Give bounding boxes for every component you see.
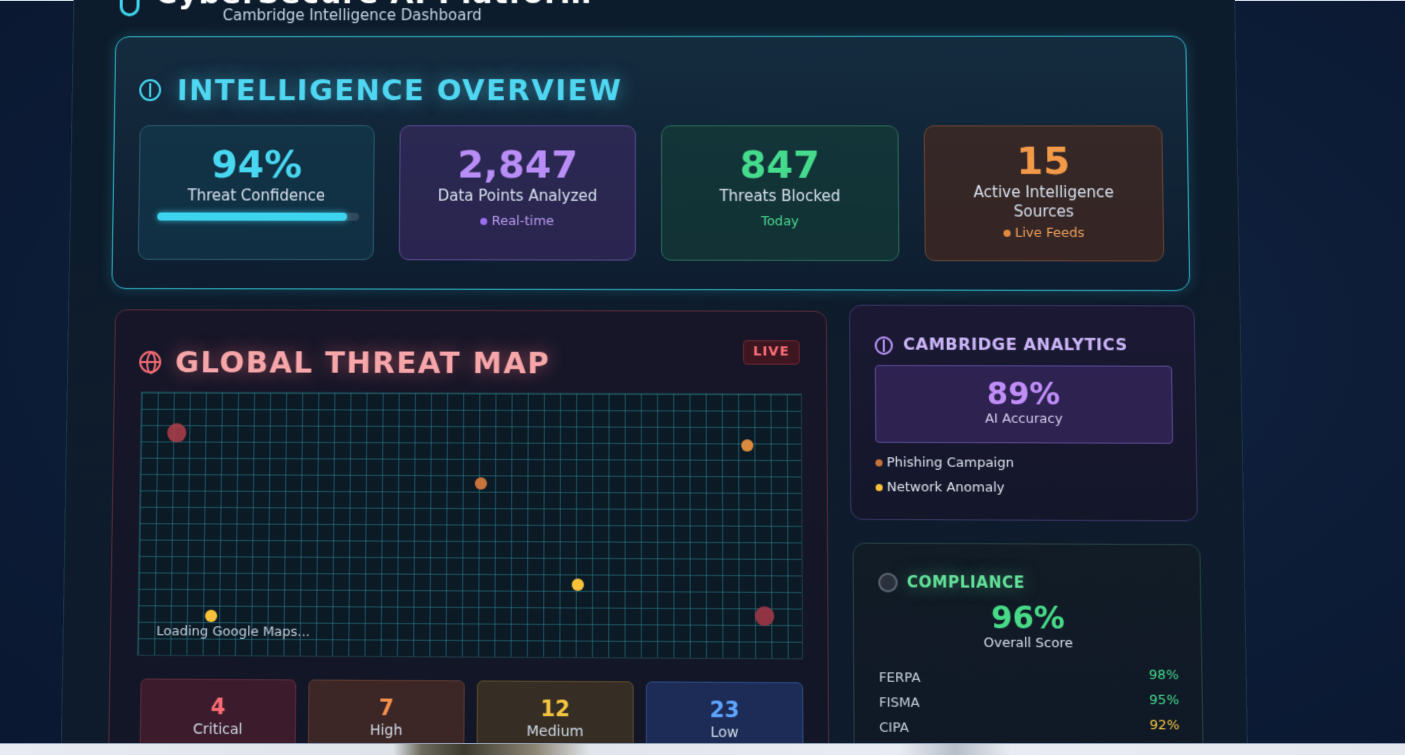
- compliance-item-value: 95%: [1149, 692, 1180, 709]
- stat-sub: Real-time: [400, 214, 635, 229]
- stat-label: Data Points Analyzed: [437, 186, 598, 205]
- stat-threat-confidence[interactable]: 94% Threat Confidence: [137, 125, 375, 261]
- stat-sub-label: Live Feeds: [1014, 225, 1085, 241]
- threat-marker-high[interactable]: [741, 439, 754, 452]
- severity-high[interactable]: 7 High: [307, 679, 465, 751]
- ai-accuracy-box: 89% AI Accuracy: [874, 364, 1174, 444]
- severity-label: Critical: [192, 721, 243, 739]
- brain-icon: [139, 79, 162, 102]
- ai-accuracy-label: AI Accuracy: [984, 411, 1063, 428]
- severity-count: 12: [540, 696, 571, 722]
- threat-marker-critical[interactable]: [167, 423, 187, 443]
- compliance-item-name: CIPA: [879, 720, 909, 737]
- stat-threats-blocked[interactable]: 847 Threats Blocked Today: [661, 125, 900, 262]
- stat-value: 847: [739, 142, 820, 187]
- dashboard-panel: CyberSecure AI Platform Cambridge Intell…: [60, 0, 1249, 755]
- shield-check-icon: [878, 572, 898, 593]
- threat-marker-medium[interactable]: [571, 578, 584, 591]
- overview-title: INTELLIGENCE OVERVIEW: [176, 73, 623, 108]
- intelligence-overview-card: INTELLIGENCE OVERVIEW 94% Threat Confide…: [111, 35, 1191, 292]
- severity-medium[interactable]: 12 Medium: [476, 680, 634, 753]
- status-dot-icon: [480, 217, 488, 225]
- severity-count: 4: [210, 694, 226, 720]
- map-title: GLOBAL THREAT MAP: [175, 344, 551, 381]
- stat-sub-label: Real-time: [491, 213, 555, 230]
- alert-dot-icon: [875, 483, 883, 492]
- stat-sub: Live Feeds: [925, 226, 1163, 242]
- compliance-score: 96% Overall Score: [854, 600, 1203, 653]
- compliance-item-name: FISMA: [878, 695, 920, 712]
- compliance-score-label: Overall Score: [983, 635, 1073, 652]
- brain-icon: [874, 336, 894, 355]
- severity-label: Medium: [526, 723, 584, 741]
- analytics-title: CAMBRIDGE ANALYTICS: [903, 334, 1128, 355]
- compliance-title: COMPLIANCE: [906, 572, 1025, 593]
- alert-label: Phishing Campaign: [886, 455, 1015, 472]
- compliance-item-fisma: FISMA 95%: [878, 692, 1180, 712]
- threat-marker-medium[interactable]: [204, 609, 218, 623]
- severity-label: High: [369, 722, 403, 740]
- status-dot-icon: [1003, 229, 1011, 237]
- threat-marker-high[interactable]: [474, 477, 488, 490]
- threat-map-area[interactable]: Loading Google Maps...: [136, 391, 804, 660]
- stat-value: 2,847: [457, 142, 578, 187]
- severity-count: 23: [709, 697, 740, 723]
- compliance-item-ferpa: FERPA 98%: [878, 667, 1179, 687]
- stat-data-points[interactable]: 2,847 Data Points Analyzed Real-time: [398, 125, 636, 261]
- compliance-card: COMPLIANCE 96% Overall Score FERPA 98% F…: [852, 542, 1204, 755]
- alert-dot-icon: [875, 459, 883, 467]
- live-badge: LIVE: [742, 340, 800, 365]
- global-threat-map-card: GLOBAL THREAT MAP LIVE Loading Google Ma…: [108, 309, 830, 755]
- confidence-progress-bar: [157, 212, 360, 221]
- compliance-item-name: FERPA: [878, 670, 921, 687]
- alert-item[interactable]: Phishing Campaign: [875, 455, 1014, 471]
- stat-label: Threat Confidence: [187, 186, 326, 205]
- compliance-item-value: 92%: [1149, 717, 1180, 734]
- map-loading-text: Loading Google Maps...: [156, 623, 311, 641]
- globe-icon: [139, 350, 162, 374]
- alert-item[interactable]: Network Anomaly: [875, 479, 1005, 496]
- app-subtitle: Cambridge Intelligence Dashboard: [222, 6, 482, 25]
- stat-value: 94%: [211, 142, 303, 187]
- stat-label: Active Intelligence Sources: [973, 183, 1114, 221]
- stat-value: 15: [1016, 138, 1071, 184]
- stat-intelligence-sources[interactable]: 15 Active Intelligence Sources Live Feed…: [923, 125, 1165, 262]
- compliance-score-value: 96%: [990, 600, 1066, 637]
- stat-label: Threats Blocked: [719, 186, 841, 206]
- compliance-item-value: 98%: [1148, 667, 1179, 684]
- threat-marker-critical[interactable]: [754, 606, 775, 627]
- alert-label: Network Anomaly: [886, 479, 1005, 496]
- severity-label: Low: [710, 724, 739, 742]
- cambridge-analytics-card: CAMBRIDGE ANALYTICS 89% AI Accuracy Phis…: [849, 304, 1198, 522]
- background-strip: [0, 743, 1405, 755]
- severity-critical[interactable]: 4 Critical: [139, 678, 297, 750]
- stat-sub: Today: [760, 214, 799, 230]
- severity-count: 7: [378, 695, 394, 721]
- compliance-item-cipa: CIPA 92%: [879, 717, 1180, 738]
- shield-icon: [119, 0, 140, 17]
- ai-accuracy-value: 89%: [986, 376, 1061, 413]
- confidence-progress-fill: [157, 212, 347, 221]
